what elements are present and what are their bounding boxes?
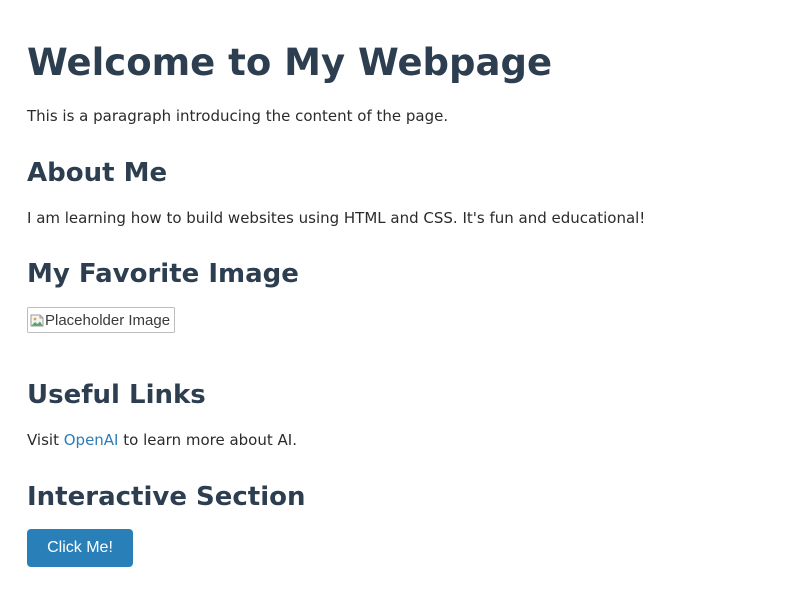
about-heading: About Me <box>27 158 168 188</box>
intro-paragraph: This is a paragraph introducing the cont… <box>27 107 449 125</box>
broken-image-icon <box>30 313 45 328</box>
image-alt-text: Placeholder Image <box>45 311 171 329</box>
links-prefix: Visit <box>27 431 64 449</box>
click-me-button[interactable]: Click Me! <box>27 529 133 567</box>
useful-links-heading: Useful Links <box>27 380 206 410</box>
links-paragraph: Visit OpenAI to learn more about AI. <box>27 430 297 450</box>
interactive-heading: Interactive Section <box>27 482 306 512</box>
favorite-image-heading: My Favorite Image <box>27 259 299 289</box>
placeholder-image: Placeholder Image <box>27 307 175 333</box>
links-suffix: to learn more about AI. <box>118 431 297 449</box>
openai-link[interactable]: OpenAI <box>64 431 119 449</box>
page-title: Welcome to My Webpage <box>27 41 553 84</box>
about-paragraph: I am learning how to build websites usin… <box>27 209 646 227</box>
